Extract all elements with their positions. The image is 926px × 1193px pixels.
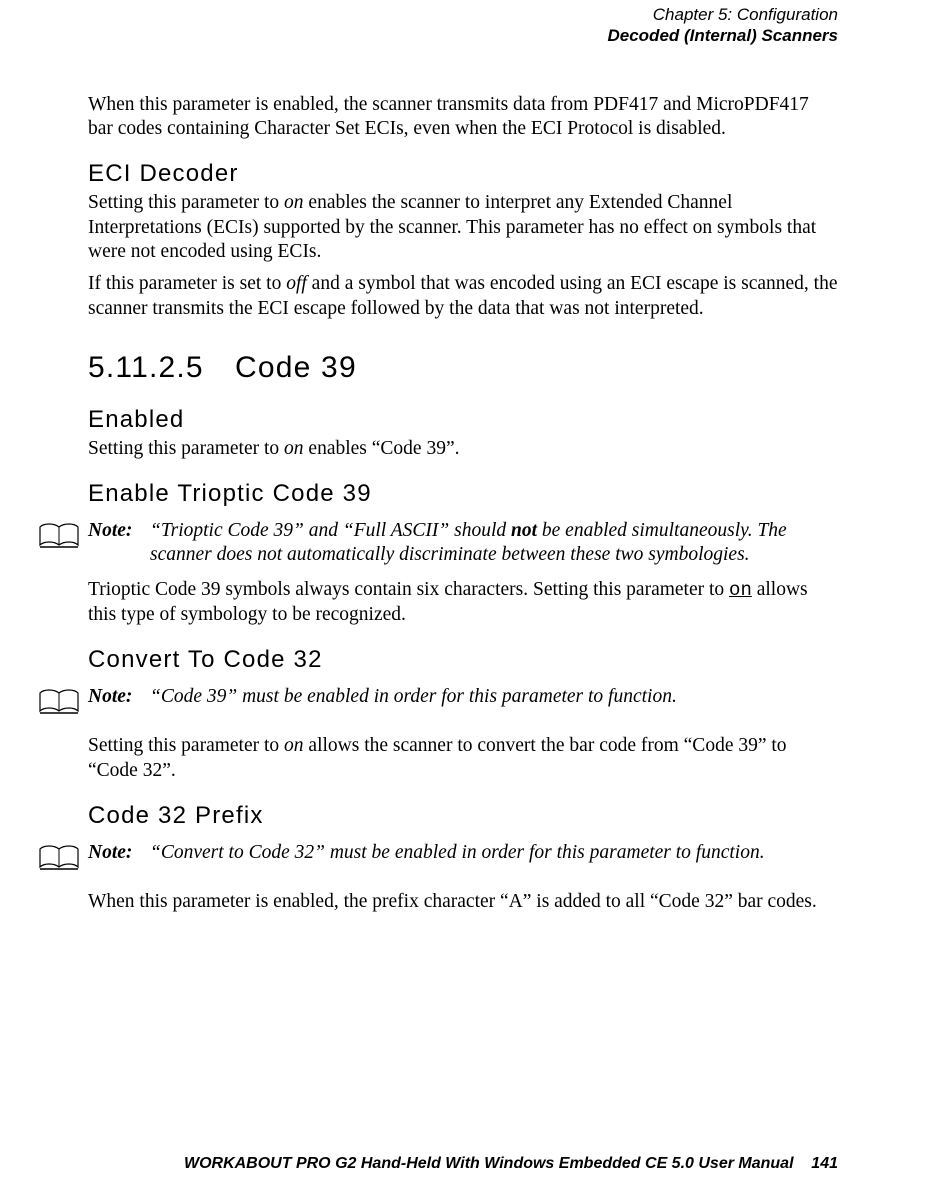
eci-paragraph-2: If this parameter is set to off and a sy… (88, 272, 838, 321)
trioptic-heading: Enable Trioptic Code 39 (88, 479, 838, 509)
trioptic-paragraph: Trioptic Code 39 symbols always contain … (88, 578, 838, 627)
header-chapter: Chapter 5: Configuration (88, 4, 838, 25)
note-body: “Trioptic Code 39” and “Full ASCII” shou… (150, 519, 830, 568)
enabled-heading: Enabled (88, 405, 838, 435)
convert-paragraph: Setting this parameter to on allows the … (88, 734, 838, 783)
intro-paragraph: When this parameter is enabled, the scan… (88, 93, 838, 142)
text: If this parameter is set to (88, 273, 286, 294)
header-section: Decoded (Internal) Scanners (88, 25, 838, 46)
note-text: Note:“Trioptic Code 39” and “Full ASCII”… (88, 519, 830, 568)
prefix-heading: Code 32 Prefix (88, 801, 838, 831)
footer-page-number: 141 (811, 1155, 838, 1172)
prefix-paragraph: When this parameter is enabled, the pref… (88, 890, 838, 914)
footer-title: WORKABOUT PRO G2 Hand-Held With Windows … (184, 1155, 794, 1172)
text: Setting this parameter to (88, 192, 284, 213)
note-text: Note: “Convert to Code 32” must be enabl… (88, 841, 830, 865)
book-icon (38, 843, 80, 880)
text: Setting this parameter to (88, 735, 284, 756)
note-trioptic: Note:“Trioptic Code 39” and “Full ASCII”… (38, 519, 838, 568)
eci-decoder-heading: ECI Decoder (88, 159, 838, 189)
text: enables “Code 39”. (304, 438, 460, 459)
text: Trioptic Code 39 symbols always contain … (88, 579, 729, 600)
book-icon (38, 687, 80, 724)
note-label: Note: (88, 685, 150, 709)
page-footer: WORKABOUT PRO G2 Hand-Held With Windows … (184, 1155, 838, 1173)
note-text: Note:“Code 39” must be enabled in order … (88, 685, 830, 709)
page-header: Chapter 5: Configuration Decoded (Intern… (88, 0, 838, 47)
note-label: Note: (88, 519, 150, 543)
page: Chapter 5: Configuration Decoded (Intern… (0, 0, 926, 1193)
body-content: When this parameter is enabled, the scan… (88, 93, 838, 915)
italic-off: off (286, 273, 307, 294)
italic-on: on (284, 735, 304, 756)
note-convert: Note:“Code 39” must be enabled in order … (38, 685, 838, 724)
italic-on: on (284, 192, 304, 213)
eci-paragraph-1: Setting this parameter to on enables the… (88, 191, 838, 264)
text: “Trioptic Code 39” and “Full ASCII” shou… (150, 520, 511, 541)
note-body: “Code 39” must be enabled in order for t… (150, 685, 830, 709)
mono-on: on (729, 579, 752, 601)
book-icon (38, 521, 80, 558)
convert-heading: Convert To Code 32 (88, 645, 838, 675)
note-prefix: Note: “Convert to Code 32” must be enabl… (38, 841, 838, 880)
section-heading-code39: 5.11.2.5 Code 39 (88, 349, 838, 387)
note-label: Note: (88, 841, 150, 865)
italic-on: on (284, 438, 304, 459)
bold-not: not (511, 520, 537, 541)
enabled-paragraph: Setting this parameter to on enables “Co… (88, 437, 838, 461)
text: Setting this parameter to (88, 438, 284, 459)
note-body: “Convert to Code 32” must be enabled in … (150, 841, 830, 865)
